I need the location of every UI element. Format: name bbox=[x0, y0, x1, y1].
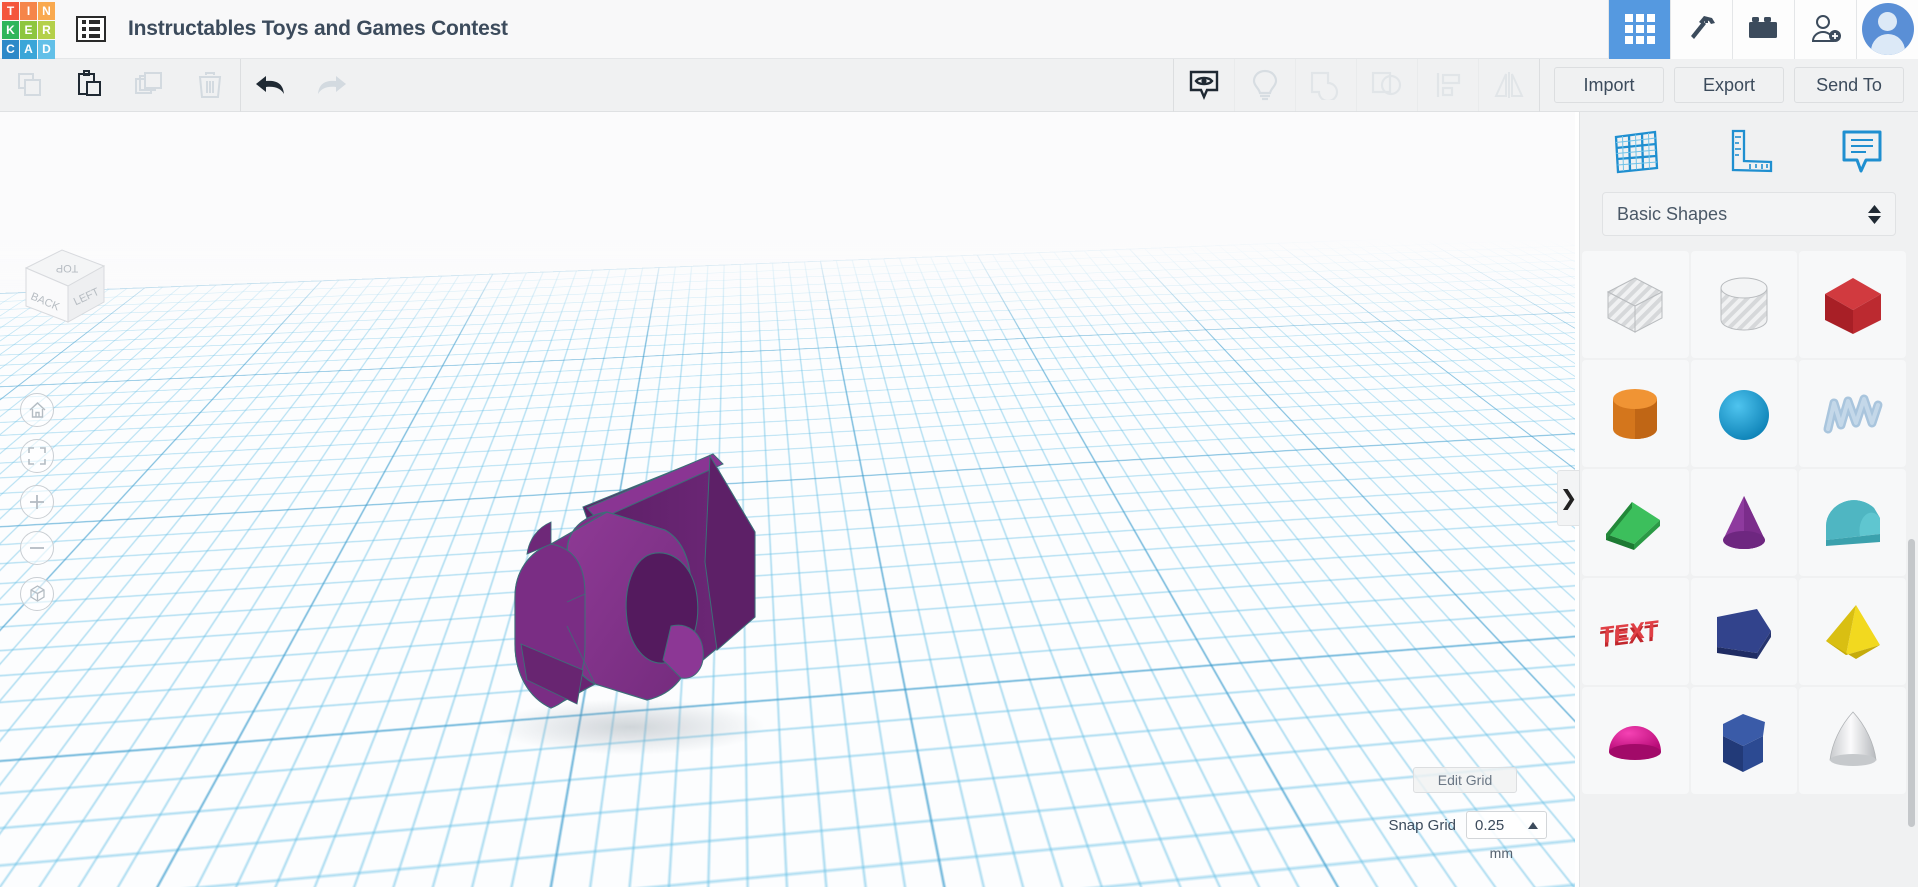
shape-roof-green[interactable] bbox=[1582, 469, 1689, 576]
align-icon[interactable] bbox=[1417, 58, 1478, 112]
3d-canvas[interactable]: TOP BACK LEFT Edit Grid Snap Grid 0.25 m… bbox=[0, 112, 1575, 887]
shape-category-label: Basic Shapes bbox=[1617, 203, 1728, 224]
panel-tool-tabs bbox=[1580, 112, 1918, 190]
shape-text-red[interactable]: TEXT TEXT bbox=[1582, 578, 1689, 685]
tinkercad-app: T I N K E R C A D Instructables Toys and… bbox=[0, 0, 1918, 887]
logo-letter: I bbox=[20, 1, 37, 20]
clipboard-tools bbox=[0, 59, 240, 112]
view-navigation-controls bbox=[20, 393, 54, 611]
send-to-button[interactable]: Send To bbox=[1794, 67, 1904, 103]
shape-pyramid-yellow[interactable] bbox=[1799, 578, 1906, 685]
export-button[interactable]: Export bbox=[1674, 67, 1784, 103]
perspective-toggle-button[interactable] bbox=[20, 577, 54, 611]
lightbulb-icon[interactable] bbox=[1234, 58, 1295, 112]
shape-hemisphere-pink[interactable] bbox=[1582, 687, 1689, 794]
shape-cylinder-orange[interactable] bbox=[1582, 360, 1689, 467]
note-tab[interactable] bbox=[1823, 120, 1901, 182]
undo-icon[interactable] bbox=[241, 59, 301, 112]
history-tools bbox=[241, 59, 361, 112]
snap-grid-value: 0.25 bbox=[1475, 816, 1505, 834]
zoom-in-button[interactable] bbox=[20, 485, 54, 519]
lego-brick-icon[interactable] bbox=[1732, 0, 1794, 59]
list-menu-icon[interactable] bbox=[76, 16, 106, 42]
logo-letter: R bbox=[38, 20, 55, 40]
shape-box-hole[interactable] bbox=[1582, 251, 1689, 358]
avatar-image bbox=[1861, 3, 1914, 55]
avatar[interactable] bbox=[1856, 0, 1918, 59]
logo-letter: A bbox=[20, 40, 37, 59]
grid-glyph bbox=[1624, 14, 1655, 44]
logo-letter: N bbox=[38, 1, 55, 20]
main-toolbar: Import Export Send To bbox=[0, 58, 1918, 112]
panel-scrollbar[interactable] bbox=[1908, 539, 1915, 827]
shape-scribble[interactable] bbox=[1799, 360, 1906, 467]
chevron-updown-icon bbox=[1868, 204, 1881, 224]
svg-text:TOP: TOP bbox=[56, 262, 78, 274]
app-header: T I N K E R C A D Instructables Toys and… bbox=[0, 0, 1918, 59]
add-user-icon[interactable] bbox=[1794, 0, 1856, 59]
shape-halfcyl-teal[interactable] bbox=[1799, 469, 1906, 576]
snap-grid-select[interactable]: 0.25 bbox=[1466, 811, 1547, 839]
logo-letter: K bbox=[2, 20, 19, 40]
file-actions: Import Export Send To bbox=[1539, 58, 1918, 112]
view-cube[interactable]: TOP BACK LEFT bbox=[14, 238, 114, 326]
page-title: Instructables Toys and Games Contest bbox=[128, 17, 508, 40]
logo-letter: E bbox=[20, 20, 37, 40]
snap-grid-label: Snap Grid bbox=[1388, 816, 1456, 834]
workplane-tab[interactable] bbox=[1597, 120, 1675, 182]
home-view-button[interactable] bbox=[20, 393, 54, 427]
import-button[interactable]: Import bbox=[1554, 67, 1664, 103]
redo-icon[interactable] bbox=[301, 59, 361, 112]
shapes-panel: Basic Shapes TEXT TEXT bbox=[1579, 112, 1918, 887]
snap-grid-unit: mm bbox=[1489, 845, 1513, 861]
logo-letter: T bbox=[2, 1, 19, 20]
show-hide-icon[interactable] bbox=[1173, 58, 1234, 112]
mirror-icon[interactable] bbox=[1478, 58, 1539, 112]
shape-category-select[interactable]: Basic Shapes bbox=[1602, 192, 1896, 236]
fit-to-view-button[interactable] bbox=[20, 439, 54, 473]
duplicate-icon[interactable] bbox=[120, 59, 180, 112]
chevron-up-icon bbox=[1528, 821, 1538, 829]
logo-letter: D bbox=[38, 40, 55, 59]
shape-box-red[interactable] bbox=[1799, 251, 1906, 358]
ungroup-icon[interactable] bbox=[1356, 58, 1417, 112]
panel-collapse-handle[interactable]: ❯ bbox=[1557, 470, 1579, 526]
logo-letter: C bbox=[2, 40, 19, 59]
shape-paraboloid-gray[interactable] bbox=[1799, 687, 1906, 794]
pickaxe-icon[interactable] bbox=[1670, 0, 1732, 59]
group-icon[interactable] bbox=[1295, 58, 1356, 112]
shape-palette-grid: TEXT TEXT bbox=[1580, 251, 1918, 887]
delete-icon[interactable] bbox=[180, 59, 240, 112]
copy-icon[interactable] bbox=[0, 59, 60, 112]
grid-icon[interactable] bbox=[1608, 0, 1670, 59]
zoom-out-button[interactable] bbox=[20, 531, 54, 565]
snap-grid-controls: Snap Grid 0.25 bbox=[1388, 811, 1547, 839]
workplane-grid bbox=[0, 112, 1575, 887]
shape-cone-purple[interactable] bbox=[1690, 469, 1798, 576]
shape-hexprism-blue[interactable] bbox=[1690, 687, 1798, 794]
shape-cylinder-hole[interactable] bbox=[1690, 251, 1798, 358]
shape-sphere-blue[interactable] bbox=[1690, 360, 1798, 467]
paste-icon[interactable] bbox=[60, 59, 120, 112]
shape-polygon-navy[interactable] bbox=[1690, 578, 1798, 685]
edit-grid-button[interactable]: Edit Grid bbox=[1413, 767, 1517, 793]
tinkercad-logo[interactable]: T I N K E R C A D bbox=[0, 0, 57, 59]
ruler-tab[interactable] bbox=[1710, 120, 1788, 182]
